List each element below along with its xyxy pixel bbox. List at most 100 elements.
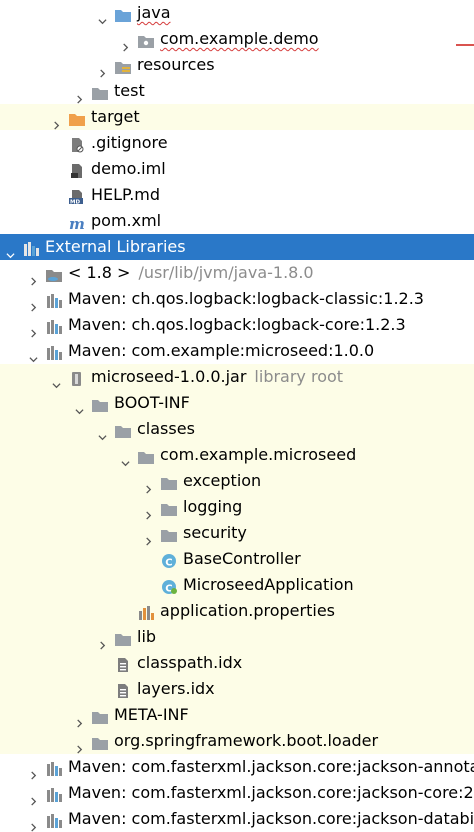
tree-row[interactable]: Maven: ch.qos.logback:logback-classic:1.…: [0, 286, 474, 312]
svg-text:m: m: [69, 215, 85, 231]
chevron-down-icon[interactable]: [121, 450, 130, 467]
folder-icon: [91, 707, 109, 724]
tree-row[interactable]: Maven: com.fasterxml.jackson.core:jackso…: [0, 780, 474, 806]
properties-file-icon: [137, 603, 155, 620]
chevron-right-icon[interactable]: [52, 112, 61, 130]
markdown-file-icon: MD: [68, 187, 86, 206]
chevron-right-icon[interactable]: [29, 788, 38, 806]
chevron-down-icon[interactable]: [98, 424, 107, 441]
tree-row[interactable]: < 1.8 > /usr/lib/jvm/java-1.8.0: [0, 260, 474, 286]
tree-item-label: com.example.microseed: [160, 442, 356, 468]
tree-item-name: Maven: ch.qos.logback:logback-classic:1.…: [68, 289, 424, 308]
chevron-right-icon[interactable]: [98, 632, 107, 650]
tree-row[interactable]: Maven: com.fasterxml.jackson.core:jackso…: [0, 754, 474, 780]
tree-row[interactable]: java: [0, 0, 474, 26]
tree-item-label: security: [183, 520, 247, 546]
tree-row[interactable]: Maven: com.example:microseed:1.0.0: [0, 338, 474, 364]
tree-row[interactable]: classpath.idx: [0, 650, 474, 676]
tree-item-label: META-INF: [114, 702, 189, 728]
resources-folder-icon: [114, 57, 132, 74]
tree-row[interactable]: External Libraries: [0, 234, 474, 260]
tree-item-label: lib: [137, 624, 156, 650]
tree-row[interactable]: META-INF: [0, 702, 474, 728]
tree-row[interactable]: com.example.demo: [0, 26, 474, 52]
chevron-right-icon[interactable]: [121, 34, 130, 52]
tree-item-label: External Libraries: [45, 234, 186, 260]
text-file-icon: [114, 655, 132, 672]
chevron-right-icon[interactable]: [29, 268, 38, 286]
tree-row[interactable]: target: [0, 104, 474, 130]
folder-icon: [91, 733, 109, 750]
tree-item-name: classes: [137, 419, 195, 438]
chevron-down-icon[interactable]: [6, 242, 15, 259]
tree-item-name: MicroseedApplication: [183, 575, 354, 594]
tree-item-label: demo.iml: [91, 156, 166, 182]
tree-row[interactable]: C BaseController: [0, 546, 474, 572]
tree-row[interactable]: application.properties: [0, 598, 474, 624]
tree-item-name: BaseController: [183, 549, 301, 568]
library-icon: [45, 317, 63, 334]
tree-item-label: BOOT-INF: [114, 390, 190, 416]
tree-row[interactable]: Maven: com.fasterxml.jackson.core:jackso…: [0, 806, 474, 832]
tree-row[interactable]: m pom.xml: [0, 208, 474, 234]
tree-row[interactable]: lib: [0, 624, 474, 650]
folder-blue-icon: [114, 5, 132, 22]
tree-item-name: Maven: com.fasterxml.jackson.core:jackso…: [68, 809, 474, 828]
tree-row[interactable]: Maven: ch.qos.logback:logback-core:1.2.3: [0, 312, 474, 338]
svg-text:C: C: [165, 557, 172, 568]
error-stripe-marker: [456, 44, 474, 46]
folder-icon: [160, 473, 178, 490]
tree-row[interactable]: test: [0, 78, 474, 104]
tree-row[interactable]: classes: [0, 416, 474, 442]
tree-row[interactable]: layers.idx: [0, 676, 474, 702]
chevron-right-icon[interactable]: [29, 814, 38, 832]
tree-row[interactable]: microseed-1.0.0.jar library root: [0, 364, 474, 390]
chevron-right-icon[interactable]: [98, 60, 107, 78]
chevron-down-icon[interactable]: [52, 372, 61, 389]
gitignore-file-icon: [68, 135, 86, 153]
tree-row[interactable]: exception: [0, 468, 474, 494]
chevron-right-icon[interactable]: [75, 710, 84, 728]
tree-row[interactable]: C MicroseedApplication: [0, 572, 474, 598]
library-icon: [45, 343, 63, 360]
tree-item-label: microseed-1.0.0.jar library root: [91, 364, 343, 390]
chevron-right-icon[interactable]: [75, 86, 84, 104]
maven-file-icon: m: [68, 213, 86, 233]
iml-file-icon: [68, 161, 86, 178]
tree-row[interactable]: demo.iml: [0, 156, 474, 182]
tree-row[interactable]: MD HELP.md: [0, 182, 474, 208]
tree-item-label: resources: [137, 52, 215, 78]
library-icon: [45, 291, 63, 308]
tree-item-label: pom.xml: [91, 208, 161, 234]
tree-row[interactable]: security: [0, 520, 474, 546]
tree-row[interactable]: com.example.microseed: [0, 442, 474, 468]
chevron-right-icon[interactable]: [29, 294, 38, 312]
tree-item-name: java: [137, 3, 171, 22]
chevron-right-icon[interactable]: [29, 762, 38, 780]
tree-row[interactable]: resources: [0, 52, 474, 78]
package-icon: [137, 31, 155, 48]
library-icon: [45, 759, 63, 776]
tree-row[interactable]: logging: [0, 494, 474, 520]
text-file-icon: [114, 681, 132, 698]
svg-text:C: C: [165, 583, 172, 594]
tree-item-name: exception: [183, 471, 262, 490]
tree-row[interactable]: .gitignore: [0, 130, 474, 156]
tree-item-name: Maven: ch.qos.logback:logback-core:1.2.3: [68, 315, 406, 334]
tree-item-label: Maven: ch.qos.logback:logback-classic:1.…: [68, 286, 424, 312]
chevron-right-icon[interactable]: [144, 502, 153, 520]
chevron-down-icon[interactable]: [29, 346, 38, 363]
tree-item-suffix: library root: [254, 367, 344, 386]
tree-item-label: logging: [183, 494, 242, 520]
chevron-right-icon[interactable]: [144, 528, 153, 546]
chevron-down-icon[interactable]: [75, 398, 84, 415]
chevron-right-icon[interactable]: [144, 476, 153, 494]
folder-icon: [114, 421, 132, 438]
chevron-down-icon[interactable]: [98, 8, 107, 25]
tree-row[interactable]: org.springframework.boot.loader: [0, 728, 474, 754]
tree-item-name: org.springframework.boot.loader: [114, 731, 379, 750]
folder-icon: [160, 525, 178, 542]
tree-row[interactable]: BOOT-INF: [0, 390, 474, 416]
chevron-right-icon[interactable]: [75, 736, 84, 754]
chevron-right-icon[interactable]: [29, 320, 38, 338]
